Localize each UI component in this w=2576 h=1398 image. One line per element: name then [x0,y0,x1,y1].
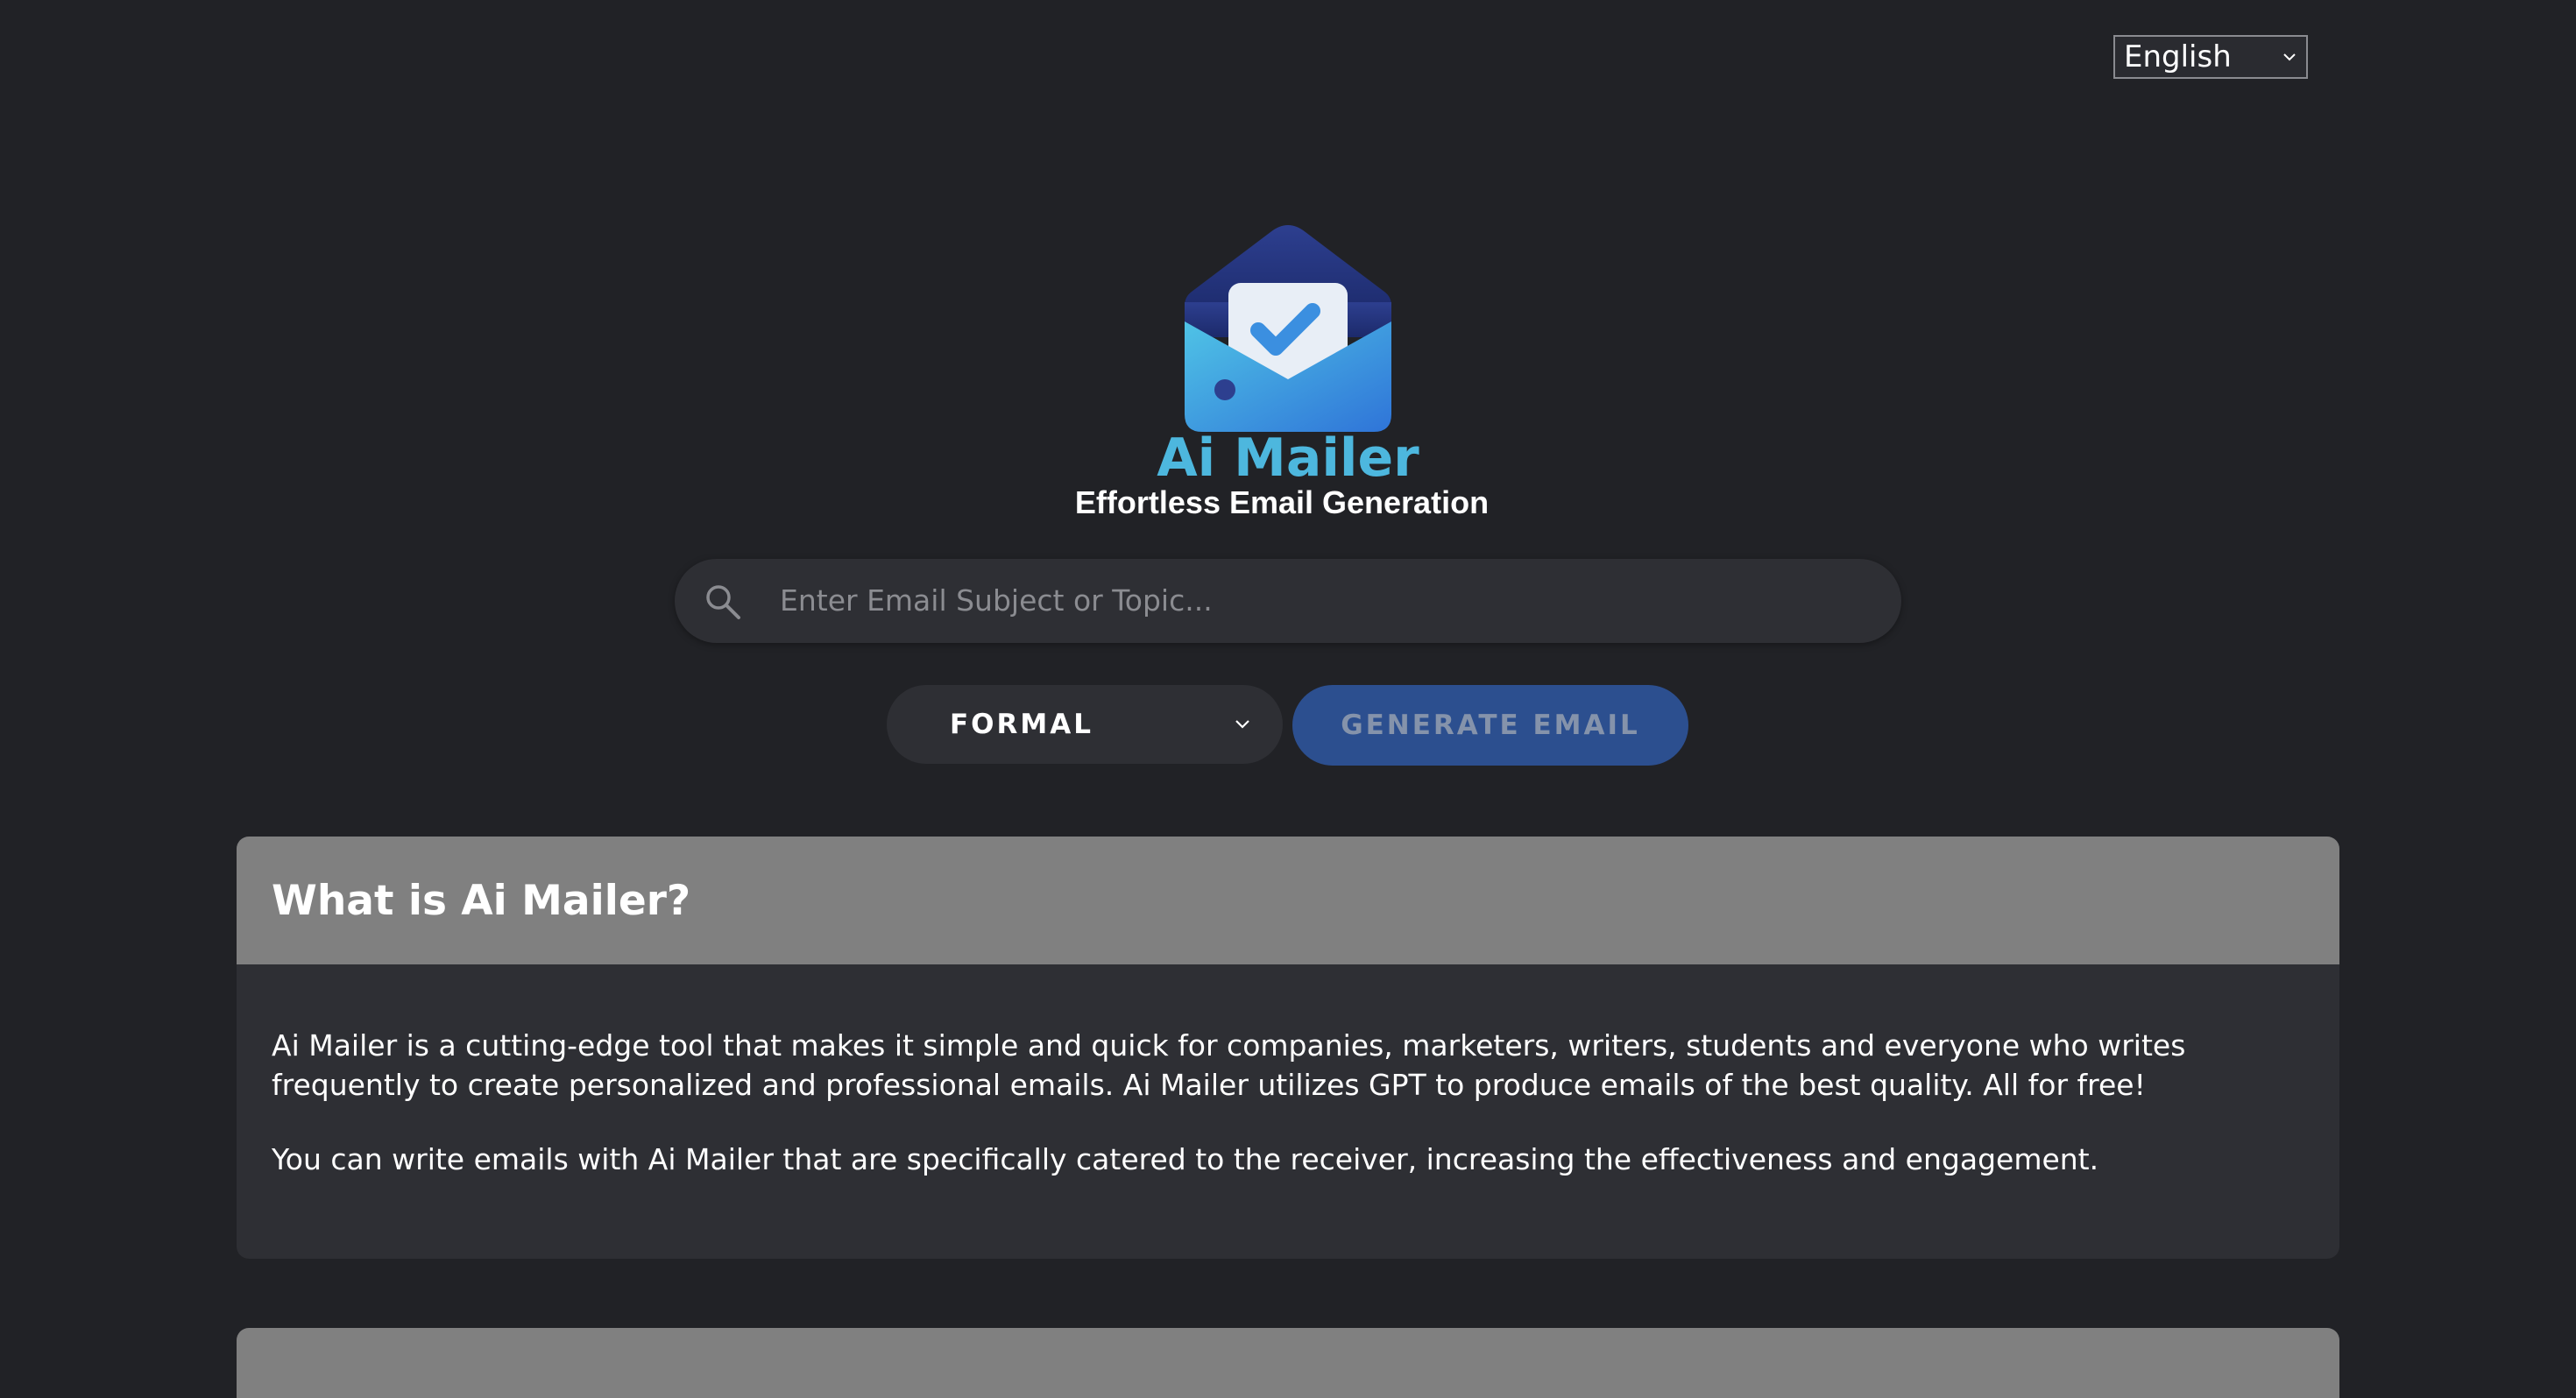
search-placeholder: Enter Email Subject or Topic... [780,583,1213,618]
about-card-header: What is Ai Mailer? [237,837,2339,964]
search-icon [706,585,740,619]
about-paragraph: Ai Mailer is a cutting-edge tool that ma… [272,1028,2186,1102]
language-select-value: English [2124,39,2232,74]
about-card-body: Ai Mailer is a cutting-edge tool that ma… [237,964,2339,1179]
tone-select-value: FORMAL [950,709,1093,740]
language-select[interactable]: English [2113,35,2308,79]
brand-name: Ai Mailer [1157,427,1419,489]
search-input[interactable]: Enter Email Subject or Topic... [675,559,1901,643]
about-paragraph: You can write emails with Ai Mailer that… [272,1142,2099,1176]
tone-select[interactable]: FORMAL [887,685,1283,764]
about-card: What is Ai Mailer? Ai Mailer is a cuttin… [237,837,2339,1259]
generate-email-button[interactable]: GENERATE EMAIL [1292,685,1688,766]
mail-logo-icon [1185,225,1391,432]
chevron-down-icon [1235,720,1249,729]
chevron-down-icon [2283,53,2296,61]
brand-tagline: Effortless Email Generation [1074,484,1490,520]
about-title: What is Ai Mailer? [272,876,691,925]
next-card-header [237,1328,2339,1398]
